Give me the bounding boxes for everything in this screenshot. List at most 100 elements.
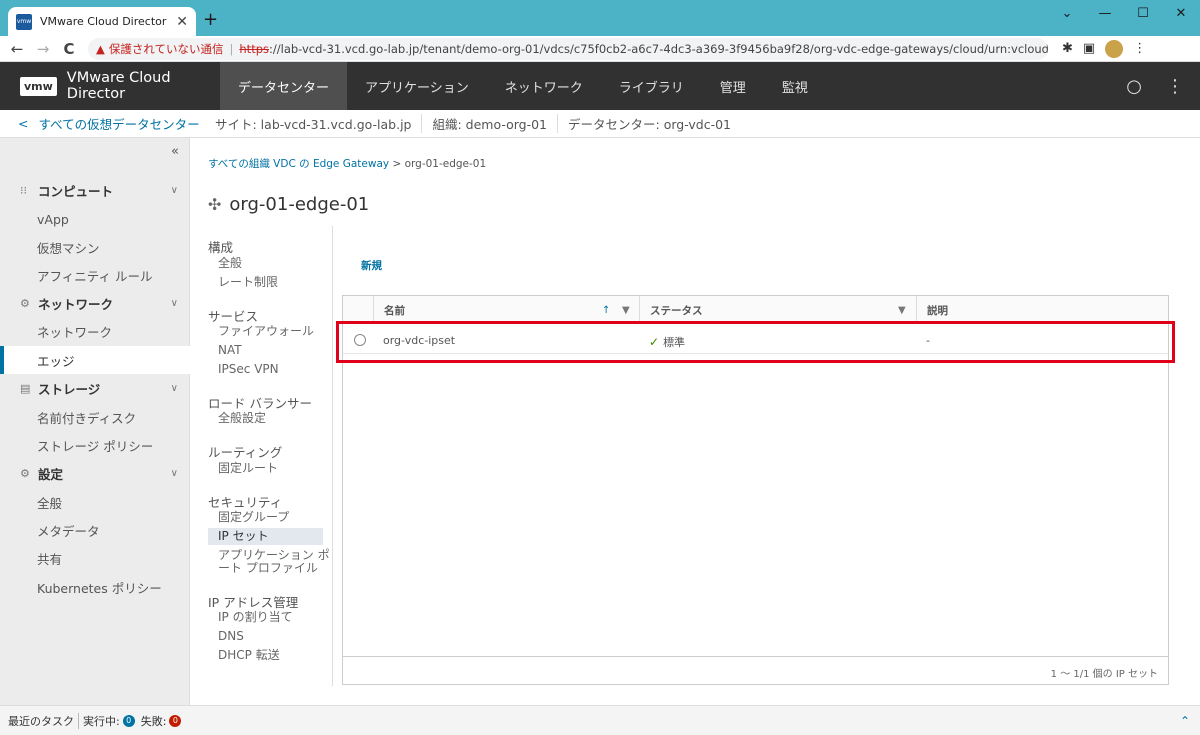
subnav-item-firewall[interactable]: ファイアウォール <box>218 325 333 338</box>
breadcrumb-link[interactable]: すべての組織 VDC の Edge Gateway <box>208 158 389 170</box>
browser-menu-icon[interactable]: ⋮ <box>1133 41 1146 56</box>
back-to-vdcs-label: すべての仮想データセンター <box>38 117 200 132</box>
page-title: ✣ org-01-edge-01 <box>208 194 369 215</box>
url-separator: | <box>229 41 234 56</box>
site-label: サイト: lab-vcd-31.vcd.go-lab.jp <box>215 117 412 132</box>
sidebar-group-label: ネットワーク <box>38 296 114 312</box>
tab-close-icon[interactable]: ✕ <box>176 14 188 30</box>
sidebar-item-share[interactable]: 共有 <box>0 544 190 572</box>
search-icon[interactable]: ○ <box>1126 76 1142 97</box>
subnav-heading-services: サービス <box>208 309 259 324</box>
left-sidebar: « ⁝⁝ コンピュート ∨ vApp 仮想マシン アフィニティ ルール ⚙ ネッ… <box>0 138 190 705</box>
subnav-item-dhcp-relay[interactable]: DHCP 転送 <box>218 649 333 662</box>
datacenter-label: データセンター: org-vdc-01 <box>557 114 741 133</box>
subnav-item-rate-limit[interactable]: レート制限 <box>218 276 333 289</box>
sidebar-group-compute[interactable]: ⁝⁝ コンピュート ∨ <box>0 176 190 204</box>
back-to-vdcs-link[interactable]: < すべての仮想データセンター <box>0 114 205 133</box>
subnav-item-ipsec[interactable]: IPSec VPN <box>218 363 333 376</box>
column-header-status[interactable]: ステータス ▼ <box>639 296 916 324</box>
subnav-heading-ip-mgmt: IP アドレス管理 <box>208 595 299 610</box>
tab-search-icon[interactable]: ⌄ <box>1048 0 1086 26</box>
brand[interactable]: vmw VMware Cloud Director <box>0 70 220 102</box>
network-icon: ⚙ <box>20 296 30 310</box>
chevron-down-icon: ∨ <box>170 184 178 196</box>
nav-libraries[interactable]: ライブラリ <box>601 62 702 110</box>
app-title: VMware Cloud Director <box>66 70 171 102</box>
reload-icon[interactable]: C <box>56 40 82 58</box>
sidebar-group-network[interactable]: ⚙ ネットワーク ∨ <box>0 289 190 317</box>
sidebar-item-vapp[interactable]: vApp <box>0 205 190 233</box>
sidebar-group-storage[interactable]: ▤ ストレージ ∨ <box>0 374 190 402</box>
subnav-heading-security: セキュリティ <box>208 495 283 510</box>
tab-title: VMware Cloud Director <box>40 15 167 28</box>
org-label: 組織: demo-org-01 <box>421 114 557 133</box>
sort-ascending-icon[interactable]: ↑ <box>602 305 610 316</box>
failed-count-badge: 0 <box>169 714 182 727</box>
grid-header: 名前 ↑ ▼ ステータス ▼ 説明 <box>343 296 1168 324</box>
sidebar-item-storage-policy[interactable]: ストレージ ポリシー <box>0 431 190 459</box>
column-header-name[interactable]: 名前 ↑ ▼ <box>373 296 639 324</box>
breadcrumb-current: org-01-edge-01 <box>404 158 487 170</box>
filter-icon[interactable]: ▼ <box>898 305 906 316</box>
subnav-item-nat[interactable]: NAT <box>218 344 333 357</box>
nav-applications[interactable]: アプリケーション <box>347 62 487 110</box>
sidebar-item-k8s-policy[interactable]: Kubernetes ポリシー <box>0 573 190 601</box>
window-controls: ⌄ — ☐ ✕ <box>1048 0 1200 30</box>
expand-tasks-icon[interactable]: ⌃ <box>1180 714 1190 728</box>
window-close-icon[interactable]: ✕ <box>1162 0 1200 26</box>
column-header-label: 名前 <box>384 304 405 317</box>
profile-avatar[interactable] <box>1105 39 1124 58</box>
sidebar-group-label: 設定 <box>38 466 64 482</box>
chevron-down-icon: ∨ <box>170 467 178 479</box>
filter-icon[interactable]: ▼ <box>622 305 630 316</box>
subnav-item-dns[interactable]: DNS <box>218 630 333 643</box>
nav-networking[interactable]: ネットワーク <box>487 62 601 110</box>
failed-label: 失敗: <box>140 714 167 728</box>
insecure-label[interactable]: 保護されていない通信 <box>109 41 224 57</box>
subnav-item-ip-allocation[interactable]: IP の割り当て <box>218 611 333 624</box>
browser-tab[interactable]: vmw VMware Cloud Director ✕ <box>8 7 196 36</box>
url-protocol: https <box>239 41 269 56</box>
subnav-heading-routing: ルーティング <box>208 445 283 460</box>
sidebar-group-settings[interactable]: ⚙ 設定 ∨ <box>0 459 190 487</box>
maximize-icon[interactable]: ☐ <box>1124 0 1162 26</box>
extensions-icon[interactable]: ✱ <box>1062 41 1073 56</box>
page-title-text: org-01-edge-01 <box>229 194 370 215</box>
sidebar-item-edges[interactable]: エッジ <box>0 346 190 374</box>
grid-footer: 1 ～ 1/1 個の IP セット <box>343 656 1168 684</box>
subnav-item-general[interactable]: 全般 <box>218 257 333 270</box>
forward-icon[interactable]: → <box>30 40 56 58</box>
sidebar-item-named-disks[interactable]: 名前付きディスク <box>0 403 190 431</box>
back-icon[interactable]: ← <box>4 40 30 58</box>
vmware-favicon-icon: vmw <box>16 13 32 30</box>
extension-area: ✱ ▣ ⋮ <box>1062 39 1146 58</box>
collapse-sidebar-icon[interactable]: « <box>171 144 179 159</box>
side-panel-icon[interactable]: ▣ <box>1083 41 1095 56</box>
subnav-item-app-port-profile[interactable]: アプリケーション ポート プロファイル <box>218 549 333 575</box>
subnav-item-ip-sets[interactable]: IP セット <box>208 528 323 545</box>
new-ip-set-button[interactable]: 新規 <box>361 258 382 273</box>
subnav-item-lb-general[interactable]: 全般設定 <box>218 412 333 425</box>
nav-administration[interactable]: 管理 <box>702 62 764 110</box>
nav-datacenter[interactable]: データセンター <box>220 62 348 110</box>
sidebar-item-vm[interactable]: 仮想マシン <box>0 233 190 261</box>
url-field[interactable]: ▲ 保護されていない通信 | https ://lab-vcd-31.vcd.g… <box>88 37 1048 60</box>
sidebar-item-affinity[interactable]: アフィニティ ルール <box>0 261 190 289</box>
recent-tasks-label[interactable]: 最近のタスク <box>8 713 74 729</box>
chevron-left-icon: < <box>18 116 29 131</box>
chevron-down-icon: ∨ <box>170 297 178 309</box>
breadcrumb-separator: > <box>392 158 402 170</box>
subnav-item-static-routes[interactable]: 固定ルート <box>218 462 333 475</box>
sidebar-item-metadata[interactable]: メタデータ <box>0 516 190 544</box>
running-label: 実行中: <box>78 712 120 729</box>
nav-monitor[interactable]: 監視 <box>764 62 826 110</box>
new-tab-icon[interactable]: + <box>203 9 218 30</box>
sidebar-item-general[interactable]: 全般 <box>0 488 190 516</box>
sidebar-item-networks[interactable]: ネットワーク <box>0 317 190 345</box>
column-header-description[interactable]: 説明 <box>916 296 1168 324</box>
warning-icon[interactable]: ▲ <box>96 42 105 56</box>
minimize-icon[interactable]: — <box>1086 0 1124 26</box>
subnav-item-static-groups[interactable]: 固定グループ <box>218 511 333 524</box>
app-menu-icon[interactable]: ⋮ <box>1166 76 1184 97</box>
grid-footer-count: 1 ～ 1/1 個の IP セット <box>1050 669 1158 680</box>
